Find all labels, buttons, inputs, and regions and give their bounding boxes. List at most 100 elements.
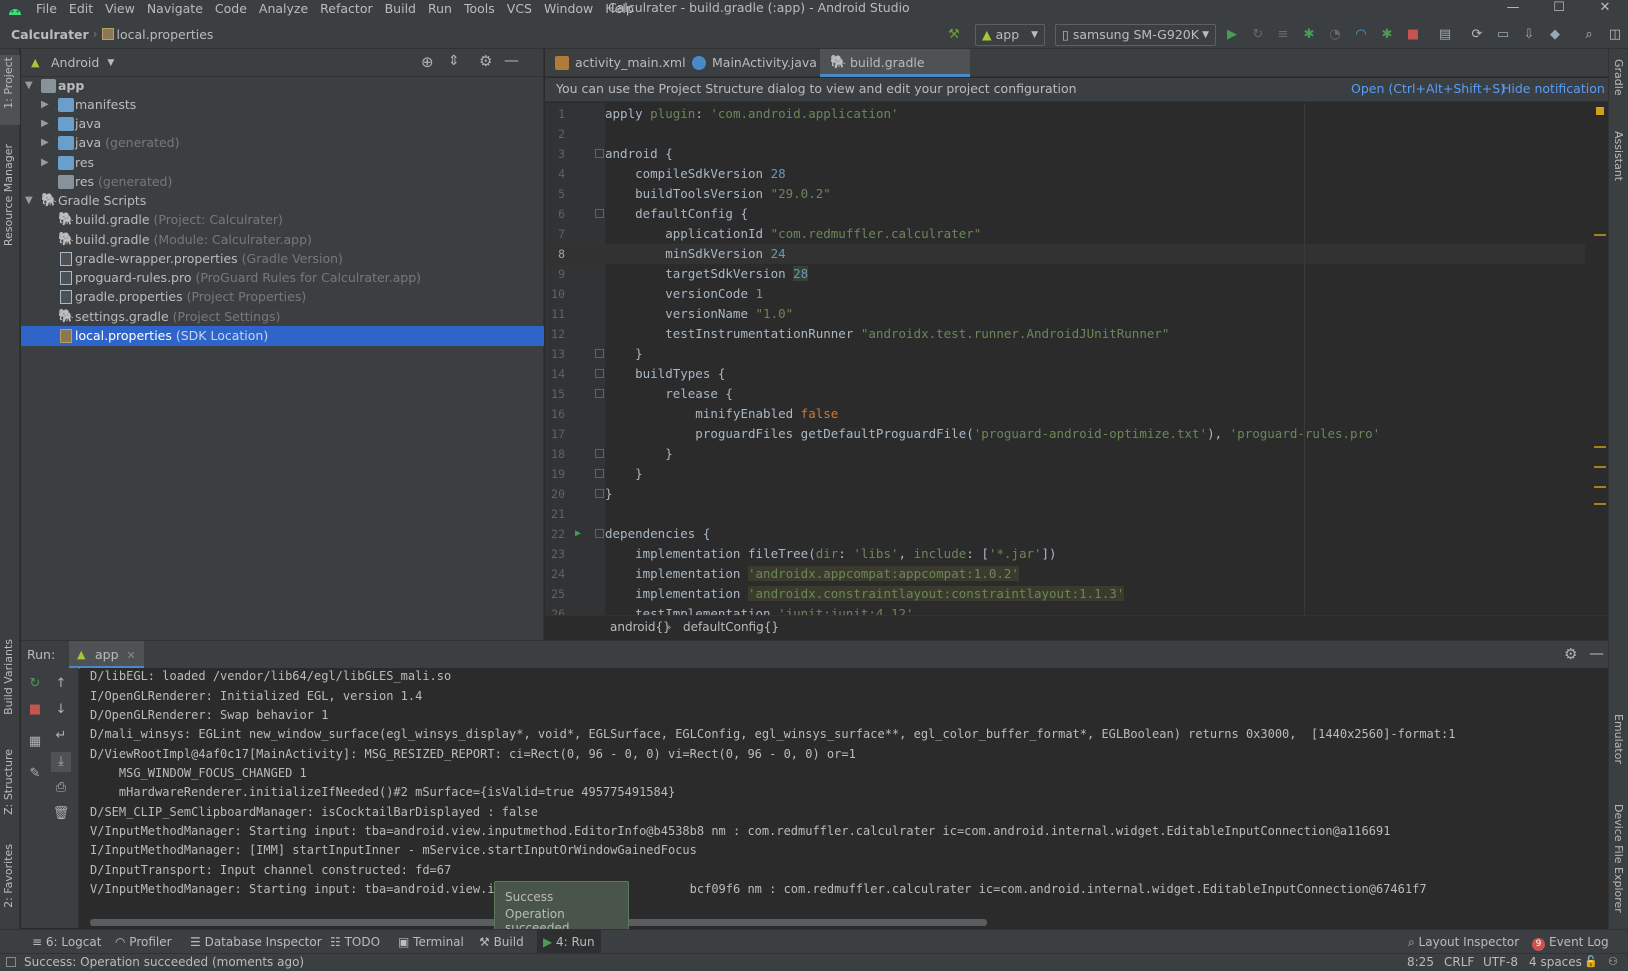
run-console[interactable]: D/libEGL: loaded /vendor/lib64/egl/libGL… (80, 668, 1608, 928)
gear-icon[interactable]: ⚙ (479, 52, 492, 70)
menu-analyze[interactable]: Analyze (253, 0, 314, 20)
line-separator[interactable]: CRLF (1444, 955, 1474, 969)
run-config-select[interactable]: ▲ app ▼ (975, 24, 1045, 46)
fold-marker-icon[interactable] (595, 389, 604, 398)
collapse-all-icon[interactable]: ⇕ (448, 53, 460, 69)
menu-navigate[interactable]: Navigate (141, 0, 209, 20)
lock-icon[interactable]: 🔓 (1584, 955, 1598, 968)
coverage-icon[interactable]: ◔ (1324, 24, 1346, 46)
event-log-tab[interactable]: 9 Event Log (1532, 930, 1609, 954)
tree-item-gradle-wrapper-properties[interactable]: gradle-wrapper.properties (Gradle Versio… (21, 249, 544, 269)
avd-manager-icon[interactable]: ▭ (1492, 24, 1514, 46)
print-icon[interactable]: ⎙ (51, 778, 71, 798)
close-window-button[interactable]: ✕ (1582, 0, 1628, 20)
apply-code-changes-icon[interactable]: ≡ (1272, 24, 1294, 46)
fold-marker-icon[interactable] (595, 529, 604, 538)
tree-item-java[interactable]: ▶ java (21, 114, 544, 134)
fold-marker-icon[interactable] (595, 209, 604, 218)
tree-item-local-properties[interactable]: local.properties (SDK Location) (21, 326, 544, 346)
clear-all-icon[interactable]: 🗑 (51, 804, 71, 824)
warning-indicator-icon[interactable] (1596, 107, 1604, 115)
fold-marker-icon[interactable] (595, 149, 604, 158)
tree-item-gradle-scripts[interactable]: ▼ 🐘 Gradle Scripts (21, 191, 544, 211)
menu-refactor[interactable]: Refactor (314, 0, 378, 20)
tree-item-app[interactable]: ▼ app (21, 76, 544, 96)
build-variants-tab[interactable]: Build Variants (2, 639, 15, 715)
status-message[interactable]: Success: Operation succeeded (moments ag… (24, 955, 304, 969)
menu-window[interactable]: Window (538, 0, 599, 20)
hide-notification-link[interactable]: Hide notification (1502, 81, 1605, 96)
tree-item-manifests[interactable]: ▶ manifests (21, 95, 544, 115)
chevron-right-icon[interactable]: ▶ (41, 133, 53, 153)
tree-item-res-generated[interactable]: res (generated) (21, 172, 544, 192)
fold-marker-icon[interactable] (595, 349, 604, 358)
maximize-button[interactable]: ☐ (1536, 0, 1582, 20)
database-inspector-tab[interactable]: ☰ Database Inspector (190, 930, 322, 954)
menu-build[interactable]: Build (379, 0, 422, 20)
close-tab-icon[interactable]: ✕ (127, 649, 136, 662)
success-balloon[interactable]: Success Operation succeeded (494, 881, 629, 935)
search-icon[interactable]: ⌕ (1578, 24, 1600, 46)
chevron-right-icon[interactable]: ▶ (41, 95, 53, 115)
plugin-icon[interactable]: ◆ (1544, 24, 1566, 46)
fold-marker-icon[interactable] (595, 489, 604, 498)
locate-file-icon[interactable]: ⊕ (421, 53, 434, 71)
layout-inspector-tab[interactable]: ⌕ Layout Inspector (1408, 930, 1519, 954)
restore-layout-icon[interactable]: ▦ (25, 732, 45, 752)
run-gutter-icon[interactable]: ▶ (575, 524, 581, 544)
scroll-down-icon[interactable]: ↓ (51, 700, 71, 720)
tree-item-build-gradle-project[interactable]: 🐘 build.gradle (Project: Calculrater) (21, 210, 544, 230)
gradle-tab[interactable]: Gradle (1612, 59, 1625, 96)
device-select[interactable]: ▯ samsung SM-G920K ▼ (1055, 24, 1216, 46)
sync-gradle-icon[interactable]: ⟳ (1466, 24, 1488, 46)
indent-setting[interactable]: 4 spaces (1529, 955, 1582, 969)
fold-marker-icon[interactable] (595, 469, 604, 478)
run-tab[interactable]: ▶ 4: Run (537, 930, 601, 954)
hide-panel-icon[interactable]: — (504, 51, 519, 69)
project-view-select[interactable]: Android (51, 55, 99, 70)
memory-indicator-icon[interactable]: ⚇ (1608, 955, 1618, 968)
tree-item-java-generated[interactable]: ▶ java (generated) (21, 133, 544, 153)
build-tab[interactable]: ⚒ Build (479, 930, 524, 954)
menu-view[interactable]: View (99, 0, 141, 20)
stop-icon[interactable]: ■ (1402, 24, 1424, 46)
tab-mainactivity-java[interactable]: MainActivity.java✕ (682, 49, 832, 77)
chevron-down-icon[interactable]: ▼ (25, 191, 37, 211)
pin-tab-icon[interactable]: ✎ (25, 764, 45, 784)
editor-scrollbar[interactable] (1588, 103, 1608, 615)
menu-tools[interactable]: Tools (458, 0, 501, 20)
hide-panel-icon[interactable]: — (1589, 644, 1604, 662)
breadcrumb-project[interactable]: Calculrater (0, 27, 89, 42)
scroll-up-icon[interactable]: ↑ (51, 674, 71, 694)
resource-manager-tab[interactable]: Resource Manager (2, 144, 15, 246)
file-encoding[interactable]: UTF-8 (1483, 955, 1518, 969)
open-project-structure-link[interactable]: Open (Ctrl+Alt+Shift+S) (1351, 81, 1505, 96)
menu-file[interactable]: File (30, 0, 63, 20)
breadcrumb-defaultconfig[interactable]: defaultConfig{} (683, 620, 779, 634)
rerun-icon[interactable]: ↻ (25, 674, 45, 694)
code-editor[interactable]: 1 apply plugin: 'com.android.application'… (545, 103, 1608, 615)
terminal-tab[interactable]: ▣ Terminal (398, 930, 464, 954)
breadcrumb-file[interactable]: local.properties (117, 27, 214, 42)
project-tool-tab[interactable]: 1: Project (2, 57, 15, 109)
run-icon[interactable]: ▶ (1221, 24, 1243, 46)
assistant-tab[interactable]: Assistant (1612, 131, 1625, 181)
emulator-tab[interactable]: Emulator (1612, 714, 1625, 764)
menu-code[interactable]: Code (209, 0, 253, 20)
soft-wrap-icon[interactable]: ↵ (51, 726, 71, 746)
fold-marker-icon[interactable] (595, 449, 604, 458)
menu-edit[interactable]: Edit (63, 0, 99, 20)
tree-item-build-gradle-module[interactable]: 🐘 build.gradle (Module: Calculrater.app) (21, 230, 544, 250)
chevron-right-icon[interactable]: ▶ (41, 114, 53, 134)
tab-activity-main-xml[interactable]: activity_main.xml✕ (545, 49, 701, 77)
gear-icon[interactable]: ⚙ (1564, 645, 1577, 663)
attach-debugger-icon[interactable]: ✱ (1376, 24, 1398, 46)
debug-icon[interactable]: ✱ (1298, 24, 1320, 46)
caret-position[interactable]: 8:25 (1407, 955, 1434, 969)
profiler-tab[interactable]: ◠ Profiler (115, 930, 172, 954)
minimize-button[interactable]: — (1490, 0, 1536, 20)
todo-tab[interactable]: ☷ TODO (330, 930, 380, 954)
stop-icon[interactable]: ■ (25, 700, 45, 720)
device-file-explorer-tab[interactable]: Device File Explorer (1612, 804, 1625, 913)
breadcrumb-android[interactable]: android{} (610, 620, 671, 634)
